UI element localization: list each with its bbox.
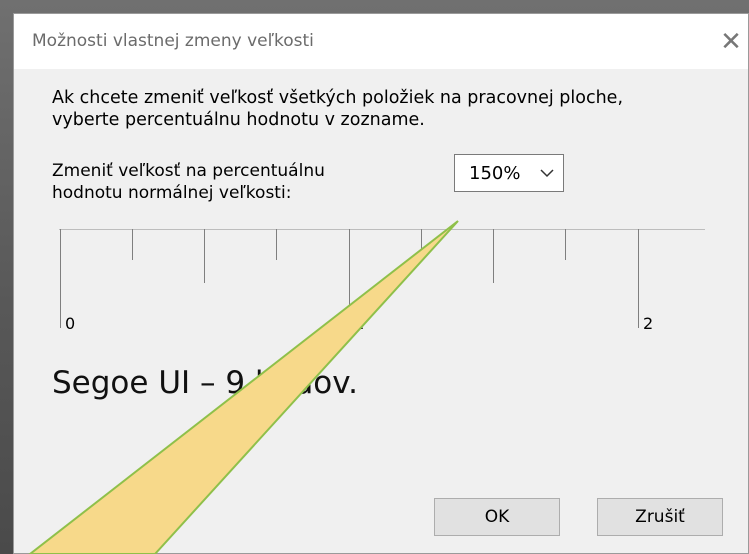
dropdown-selected-value: 150% (469, 163, 521, 184)
ruler-tick (638, 229, 639, 328)
scale-percentage-dropdown[interactable]: 150% (454, 154, 564, 192)
dialog-title: Možnosti vlastnej zmeny veľkosti (32, 31, 314, 51)
ruler-tick (60, 229, 61, 328)
dialog-titlebar: Možnosti vlastnej zmeny veľkosti ✕ (14, 14, 748, 69)
chevron-down-icon (540, 169, 554, 178)
ruler-tick (276, 229, 277, 260)
font-sample-text: Segoe UI – 9 bodov. (52, 365, 359, 401)
ruler-tick (565, 229, 566, 260)
close-icon[interactable]: ✕ (714, 22, 748, 62)
ok-button[interactable]: OK (434, 498, 560, 536)
ruler-label-0: 0 (65, 314, 76, 333)
instruction-line: vyberte percentuálnu hodnotu v zozname. (52, 110, 425, 130)
ruler-tick (204, 229, 205, 283)
ruler-tick (349, 229, 350, 328)
ruler-tick (421, 229, 422, 260)
ruler-top-line (59, 229, 705, 230)
ruler-tick (132, 229, 133, 260)
scale-percentage-label: Zmeniť veľkosť na percentuálnu hodnotu n… (52, 160, 325, 204)
scaling-ruler[interactable]: 0 1 2 (59, 229, 705, 349)
instruction-text: Ak chcete zmeniť veľkosť všetkých položi… (52, 87, 623, 131)
scale-label-line: Zmeniť veľkosť na percentuálnu (52, 161, 325, 181)
instruction-line: Ak chcete zmeniť veľkosť všetkých položi… (52, 88, 624, 108)
cancel-button[interactable]: Zrušiť (597, 498, 723, 536)
custom-scaling-dialog: Možnosti vlastnej zmeny veľkosti ✕ Ak ch… (13, 13, 749, 554)
scale-label-line: hodnotu normálnej veľkosti: (52, 183, 292, 203)
ruler-tick (493, 229, 494, 283)
ruler-label-1: 1 (354, 314, 365, 333)
ruler-label-2: 2 (643, 314, 654, 333)
